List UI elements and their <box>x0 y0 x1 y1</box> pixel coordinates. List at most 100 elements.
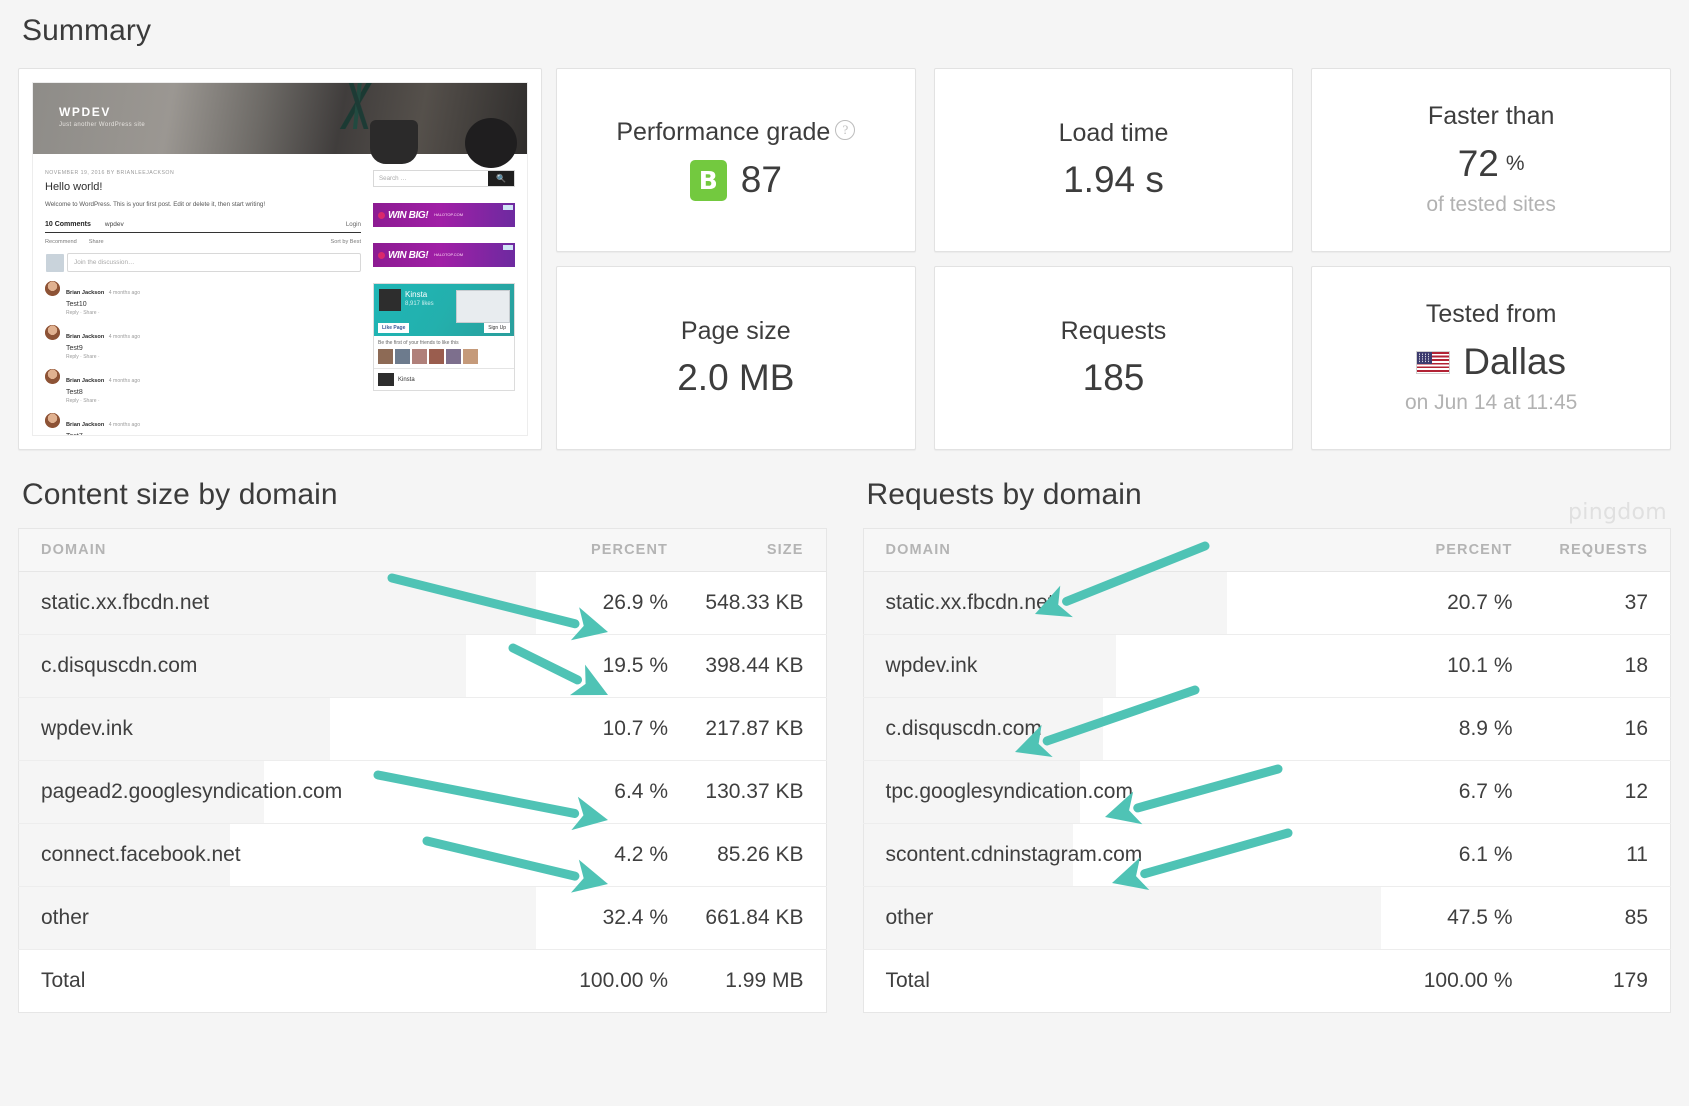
cell-value: 12 <box>1520 760 1671 824</box>
table-row[interactable]: other 32.4 % 661.84 KB <box>18 886 826 950</box>
cell-domain: wpdev.ink <box>863 634 1381 698</box>
content-table-body: static.xx.fbcdn.net 26.9 % 548.33 KB c.disq… <box>18 571 827 1013</box>
requests-by-domain-table: DOMAIN PERCENT REQUESTS static.xx.fbcdn.… <box>862 528 1671 1013</box>
help-icon[interactable]: ? <box>835 119 856 140</box>
ad-close-icon <box>503 245 513 250</box>
cell-value: 661.84 KB <box>676 886 826 950</box>
comment-author: Brian Jackson <box>66 377 105 384</box>
comment-author: Brian Jackson <box>66 289 105 296</box>
domain-label: c.disquscdn.com <box>41 654 198 677</box>
table-row[interactable]: scontent.cdninstagram.com 6.1 % 11 <box>863 823 1671 887</box>
thumbnail-hero-banner: WPDEV Just another WordPress site <box>33 83 527 168</box>
domain-label: other <box>41 906 89 929</box>
facebook-page-name: Kinsta <box>405 290 428 299</box>
requests-table-title: Requests by domain <box>866 478 1142 511</box>
cell-domain: other <box>18 886 536 950</box>
facebook-cover-image <box>456 290 510 323</box>
cell-domain: pagead2.googlesyndication.com <box>18 760 536 824</box>
cell-domain: other <box>863 886 1381 950</box>
metric-unit: % <box>1505 152 1525 176</box>
metric-card-load-time: Load time 1.94 s <box>933 68 1294 252</box>
column-header-domain: DOMAIN <box>863 528 1381 572</box>
domain-label: static.xx.fbcdn.net <box>41 591 210 614</box>
thumbnail-comments-bar: 10 Comments wpdev Login <box>45 221 361 233</box>
cell-percent: 6.7 % <box>1380 760 1521 824</box>
site-thumbnail: WPDEV Just another WordPress site NOVEMB… <box>32 82 528 436</box>
total-percent: 100.00 % <box>1423 969 1513 992</box>
metric-value-row: 1.94 s <box>1063 160 1164 200</box>
metric-label: Page size <box>680 316 791 345</box>
total-percent: 100.00 % <box>579 969 668 992</box>
thumbnail-actions-row: Recommend Share Sort by Best <box>45 239 361 245</box>
column-header-requests: REQUESTS <box>1520 528 1671 572</box>
table-total-row: Total 100.00 % 1.99 MB <box>19 950 827 1013</box>
metric-value-row: B 87 <box>689 160 782 202</box>
comment-actions: Reply · Share · <box>66 309 100 316</box>
table-row[interactable]: other 47.5 % 85 <box>863 886 1671 950</box>
table-row[interactable]: wpdev.ink 10.7 % 217.87 KB <box>18 697 826 761</box>
cell-value: 16 <box>1520 697 1671 761</box>
metric-value: 72 <box>1457 142 1499 184</box>
list-item: Brian Jackson 4 months ago Test7 Reply ·… <box>45 412 361 435</box>
facebook-footer-logo <box>378 373 394 386</box>
thumbnail-login-label: Login <box>345 220 361 228</box>
avatar <box>45 324 60 340</box>
column-header-domain: DOMAIN <box>18 528 536 572</box>
table-row[interactable]: pagead2.googlesyndication.com 6.4 % 130.37… <box>18 760 826 824</box>
thumbnail-facebook-widget: Kinsta 8,917 likes Like Page Sign Up Be … <box>373 283 515 391</box>
summary-section: WPDEV Just another WordPress site NOVEMB… <box>18 68 1671 450</box>
table-row[interactable]: c.disquscdn.com 19.5 % 398.44 KB <box>18 634 826 698</box>
metric-label: Requests <box>1060 316 1167 345</box>
metric-label: Faster than <box>1427 102 1555 131</box>
status-badge: B <box>689 160 727 202</box>
thumbnail-sidebar: Search … 🔍 WIN BIG! HALOTOP.COM WIN BIG! <box>373 170 515 435</box>
metric-value: 185 <box>1082 357 1145 399</box>
table-row[interactable]: static.xx.fbcdn.net 26.9 % 548.33 KB <box>18 571 826 635</box>
metric-label: Load time <box>1058 118 1169 147</box>
table-row[interactable]: connect.facebook.net 4.2 % 85.26 KB <box>18 823 826 887</box>
metric-card-performance-grade: Performance grade ? B 87 <box>556 68 916 252</box>
column-header-percent: PERCENT <box>1380 528 1521 572</box>
comment-text: Test8 <box>66 388 83 396</box>
site-thumbnail-card[interactable]: WPDEV Just another WordPress site NOVEMB… <box>18 68 542 450</box>
comment-author: Brian Jackson <box>66 333 105 340</box>
table-header-row: DOMAIN PERCENT SIZE <box>18 528 826 572</box>
total-label: Total <box>885 969 930 992</box>
avatar <box>45 280 60 296</box>
metric-value: 2.0 MB <box>677 357 795 399</box>
metric-value-row: 2.0 MB <box>677 357 795 399</box>
table-row[interactable]: wpdev.ink 10.1 % 18 <box>863 634 1671 698</box>
requests-table-body: static.xx.fbcdn.net 20.7 % 37 wpdev.ink 10.1… <box>863 571 1671 1013</box>
domain-label: connect.facebook.net <box>41 843 241 866</box>
cell-domain: wpdev.ink <box>18 697 536 761</box>
cell-percent: 10.7 % <box>536 697 676 761</box>
cell-value: 398.44 KB <box>676 634 826 698</box>
comment-time: 4 months ago <box>108 333 141 340</box>
cell-domain: static.xx.fbcdn.net <box>863 571 1381 635</box>
pingdom-watermark: pingdom <box>1568 500 1667 525</box>
table-row[interactable]: c.disquscdn.com 8.9 % 16 <box>863 697 1671 761</box>
table-row[interactable]: tpc.googlesyndication.com 6.7 % 12 <box>863 760 1671 824</box>
thumbnail-body: NOVEMBER 19, 2016 BY BRIANLEEJACKSON Hel… <box>33 154 527 435</box>
comment-time: 4 months ago <box>108 421 141 428</box>
table-total-row: Total 100.00 % 179 <box>863 950 1671 1013</box>
total-value: 1.99 MB <box>725 969 804 992</box>
metric-cards-grid: Performance grade ? B 87 Load time 1.94 … <box>556 68 1671 450</box>
cell-value: 130.37 KB <box>676 760 826 824</box>
thumbnail-comment-placeholder: Join the discussion… <box>74 258 135 266</box>
domain-label: wpdev.ink <box>885 654 978 677</box>
thumbnail-post-title: Hello world! <box>45 181 103 193</box>
table-row[interactable]: static.xx.fbcdn.net 20.7 % 37 <box>863 571 1671 635</box>
cell-percent: 26.9 % <box>536 571 676 635</box>
thumbnail-main-column: NOVEMBER 19, 2016 BY BRIANLEEJACKSON Hel… <box>45 170 361 435</box>
cell-percent: 20.7 % <box>1380 571 1521 635</box>
total-label: Total <box>41 969 86 992</box>
facebook-friend-avatars <box>378 349 510 364</box>
facebook-footer-name: Kinsta <box>398 376 415 383</box>
ad-subtext: HALOTOP.COM <box>434 212 464 218</box>
metric-subtext: on Jun 14 at 11:45 <box>1404 390 1578 414</box>
cell-value: 217.87 KB <box>676 697 826 761</box>
thumbnail-site-name: WPDEV <box>59 105 112 119</box>
metric-value-row: 185 <box>1082 357 1145 399</box>
cell-domain: tpc.googlesyndication.com <box>863 760 1381 824</box>
